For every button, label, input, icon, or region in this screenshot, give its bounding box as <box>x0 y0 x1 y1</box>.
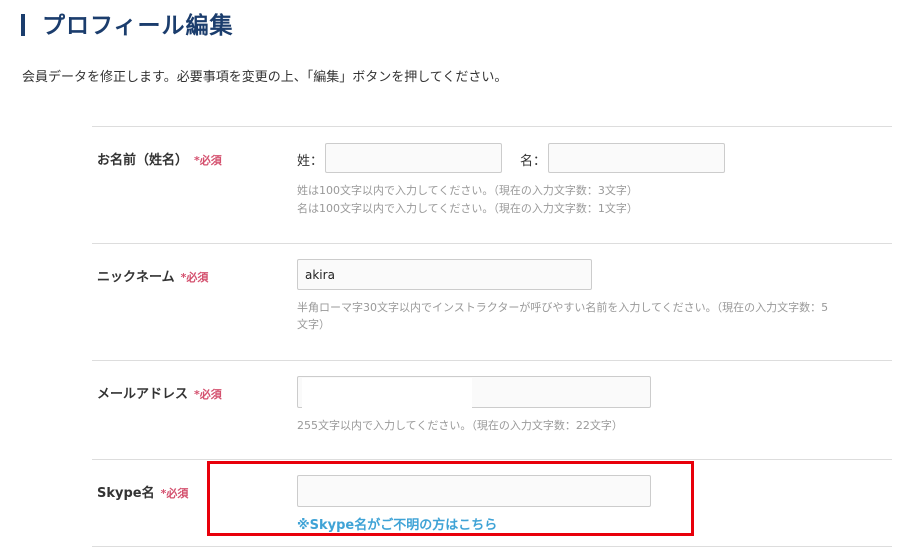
name-label-text: お名前（姓名） <box>97 153 189 168</box>
last-name-help: 姓は100文字以内で入力してください。（現在の入力文字数：3文字） <box>297 184 638 197</box>
page-intro: 会員データを修正します。必要事項を変更の上、「編集」ボタンを押してください。 <box>22 70 508 85</box>
nickname-label-text: ニックネーム <box>97 270 175 285</box>
nickname-row-label: ニックネーム *必須 <box>97 266 208 285</box>
name-row-label: お名前（姓名） *必須 <box>97 149 222 168</box>
last-name-input[interactable] <box>325 143 502 173</box>
divider <box>92 243 892 244</box>
first-name-label: 名： <box>520 154 547 169</box>
required-mark: *必須 <box>194 388 222 401</box>
required-mark: *必須 <box>160 487 189 500</box>
highlight-box <box>207 461 694 536</box>
first-name-input[interactable] <box>548 143 725 173</box>
nickname-help-line1: 半角ローマ字30文字以内でインストラクターが呼びやすい名前を入力してください。（… <box>297 301 829 314</box>
required-mark: *必須 <box>194 154 222 167</box>
email-help: 255文字以内で入力してください。（現在の入力文字数：22文字） <box>297 419 623 432</box>
skype-row-label: Skype名 *必須 <box>97 482 188 501</box>
page-title: プロフィール編集 <box>42 13 234 39</box>
divider <box>92 360 892 361</box>
last-name-label: 姓： <box>297 154 324 169</box>
required-mark: *必須 <box>180 271 209 284</box>
nickname-help-line2: 文字） <box>297 318 330 331</box>
skype-label-text: Skype名 <box>97 486 155 501</box>
first-name-help: 名は100文字以内で入力してください。（現在の入力文字数：1文字） <box>297 202 638 215</box>
email-label-text: メールアドレス <box>97 387 189 402</box>
divider <box>92 546 892 547</box>
divider <box>92 126 892 127</box>
title-accent-bar <box>21 14 25 36</box>
email-row-label: メールアドレス *必須 <box>97 383 222 402</box>
redacted-email-mask <box>302 378 472 408</box>
nickname-input[interactable] <box>297 259 592 290</box>
divider <box>92 459 892 460</box>
